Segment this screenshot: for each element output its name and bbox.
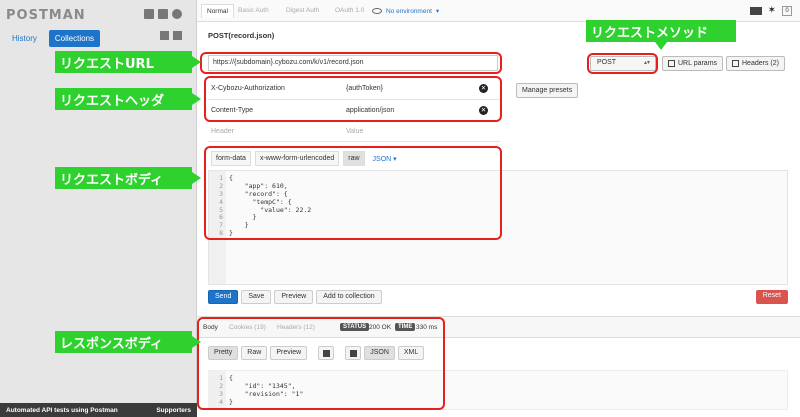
tab-normal[interactable]: Normal	[201, 4, 234, 18]
request-actions: Send Save Preview Add to collection	[208, 290, 382, 304]
keyboard-icon[interactable]	[749, 6, 762, 15]
notification-icon[interactable]: 0	[782, 5, 792, 16]
twitter-icon[interactable]	[158, 9, 168, 19]
edit-icon	[668, 60, 675, 67]
topbar-right-icons: ✶ 0	[749, 5, 792, 16]
highlight-method	[587, 53, 658, 74]
save-button[interactable]: Save	[241, 290, 272, 304]
sidebar-footer: Automated API tests using Postman Suppor…	[0, 403, 197, 417]
url-params-button[interactable]: URL params	[662, 56, 724, 71]
chevron-down-icon: ▾	[435, 8, 440, 15]
eye-icon	[372, 8, 382, 14]
highlight-headers	[204, 76, 502, 122]
callout-request-method: リクエストメソッド	[586, 20, 736, 50]
request-title: POST(record.json)	[208, 31, 275, 40]
callout-response-body: レスポンスボディ	[55, 331, 201, 353]
tab-digest-auth[interactable]: Digest Auth	[281, 4, 324, 17]
headers-label: Headers (2)	[742, 60, 779, 67]
auth-tabbar: Normal Basic Auth Digest Auth OAuth 1.0 …	[197, 0, 800, 22]
sidebar-top-icons	[144, 9, 182, 19]
tools-icon[interactable]: ✶	[768, 5, 776, 16]
preview-button[interactable]: Preview	[274, 290, 314, 304]
edit-icon	[732, 60, 739, 67]
highlight-body	[204, 146, 502, 240]
new-header-value[interactable]: Value	[343, 128, 483, 135]
callout-request-body: リクエストボディ	[55, 167, 201, 189]
url-params-label: URL params	[678, 60, 718, 67]
add-to-collection-button[interactable]: Add to collection	[316, 290, 382, 304]
tab-collections[interactable]: Collections	[48, 30, 101, 47]
highlight-response	[197, 317, 445, 410]
app-logo: POSTMAN	[6, 8, 86, 23]
new-header-key[interactable]: Header	[208, 128, 343, 135]
tab-history[interactable]: History	[6, 30, 43, 47]
tab-oauth[interactable]: OAuth 1.0	[330, 4, 369, 17]
footer-link-supporters[interactable]: Supporters	[156, 407, 191, 414]
import-icon[interactable]	[173, 31, 182, 40]
environment-select[interactable]: No environment ▾	[372, 7, 439, 15]
callout-request-header: リクエストヘッダ	[55, 88, 201, 110]
reset-button[interactable]: Reset	[755, 290, 788, 304]
highlight-url	[200, 52, 502, 74]
header-row-new: Header Value	[208, 121, 500, 141]
callout-request-url: リクエストURL	[55, 51, 201, 73]
headers-button[interactable]: Headers (2)	[726, 56, 785, 71]
tab-basic-auth[interactable]: Basic Auth	[233, 4, 274, 17]
footer-link-tests[interactable]: Automated API tests using Postman	[6, 407, 118, 414]
environment-label: No environment	[386, 7, 432, 15]
sidebar-tabs: History Collections	[6, 30, 101, 47]
send-button[interactable]: Send	[208, 290, 239, 304]
download-icon[interactable]	[144, 9, 154, 19]
new-folder-icon[interactable]	[160, 31, 169, 40]
sidebar-actions	[160, 31, 182, 40]
manage-presets-button[interactable]: Manage presets	[516, 83, 579, 98]
divider	[208, 141, 500, 142]
manage-presets-label: Manage presets	[522, 87, 573, 94]
help-icon[interactable]	[172, 9, 182, 19]
